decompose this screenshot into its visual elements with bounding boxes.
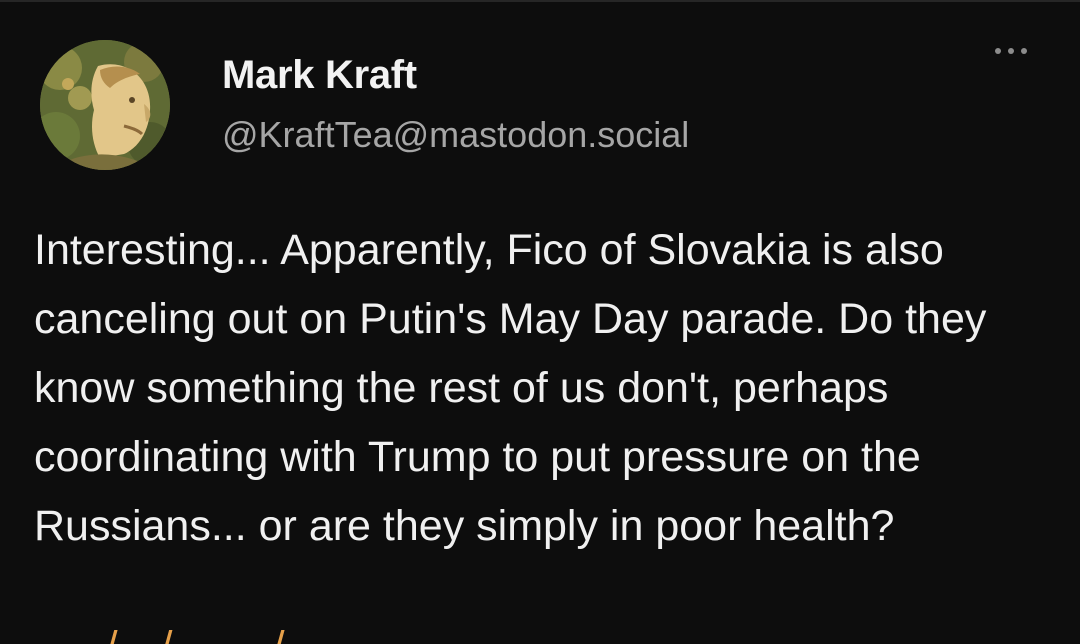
more-horizontal-icon xyxy=(995,48,1001,54)
author-display-name[interactable]: Mark Kraft xyxy=(222,52,417,98)
post-link-partial[interactable]: ·····/···/·······/····· ·· ·· ·· ··· · xyxy=(34,624,774,644)
more-horizontal-icon-dot xyxy=(1008,48,1014,54)
profile-avatar-icon xyxy=(40,40,170,170)
author-handle[interactable]: @KraftTea@mastodon.social xyxy=(222,114,689,156)
more-options-button[interactable] xyxy=(984,36,1038,66)
post-card: Mark Kraft @KraftTea@mastodon.social Int… xyxy=(0,0,1080,644)
author-avatar[interactable] xyxy=(40,40,170,170)
post-link-text[interactable]: ·····/···/·······/····· ·· ·· ·· ··· · xyxy=(34,624,774,644)
post-body-text: Interesting... Apparently, Fico of Slova… xyxy=(34,226,987,550)
more-horizontal-icon-dot xyxy=(1021,48,1027,54)
